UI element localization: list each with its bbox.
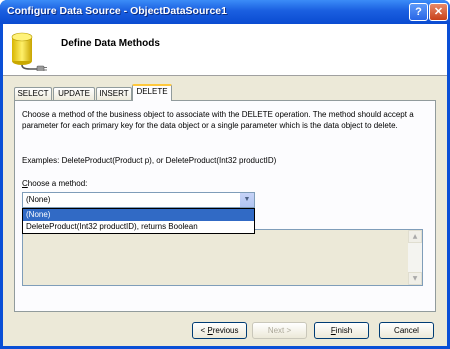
cancel-button[interactable]: Cancel (379, 322, 434, 339)
scroll-up-icon[interactable]: ▲ (408, 230, 422, 243)
chevron-down-icon[interactable]: ▼ (239, 193, 254, 207)
previous-button[interactable]: < Previous (192, 322, 247, 339)
page-title: Define Data Methods (61, 38, 160, 49)
dialog-window: Configure Data Source - ObjectDataSource… (0, 0, 450, 349)
choose-label-rest: hoose a method: (27, 179, 88, 188)
wizard-header: Define Data Methods (3, 24, 447, 76)
scroll-down-icon[interactable]: ▼ (408, 272, 422, 285)
finish-button[interactable]: Finish (314, 322, 369, 339)
vertical-scrollbar[interactable]: ▲ ▼ (408, 230, 422, 285)
finish-rest: inish (335, 326, 353, 335)
method-select[interactable]: (None) ▼ (22, 192, 255, 208)
window-title: Configure Data Source - ObjectDataSource… (7, 5, 227, 17)
title-bar[interactable]: Configure Data Source - ObjectDataSource… (0, 0, 450, 24)
examples-text: Examples: DeleteProduct(Product p), or D… (22, 156, 277, 165)
tab-update[interactable]: UPDATE (53, 87, 95, 101)
dialog-client: Define Data Methods SELECT UPDATE INSERT… (3, 24, 447, 346)
method-dropdown-list[interactable]: (None) DeleteProduct(Int32 productID), r… (22, 208, 255, 234)
method-description: Choose a method of the business object t… (22, 110, 414, 130)
tab-panel-delete: Choose a method of the business object t… (14, 100, 436, 312)
database-plug-icon (11, 32, 47, 71)
tab-insert[interactable]: INSERT (96, 87, 132, 101)
help-button[interactable]: ? (409, 3, 428, 21)
method-select-value: (None) (26, 195, 51, 204)
tab-select[interactable]: SELECT (14, 87, 52, 101)
dropdown-option-none[interactable]: (None) (23, 209, 254, 221)
close-button[interactable]: ✕ (429, 3, 448, 21)
previous-rest: revious (212, 326, 239, 335)
dropdown-option-deleteproduct[interactable]: DeleteProduct(Int32 productID), returns … (23, 221, 254, 233)
method-signature-box: ▲ ▼ (22, 229, 423, 286)
tab-delete[interactable]: DELETE (132, 84, 172, 101)
next-button[interactable]: Next > (252, 322, 307, 339)
choose-method-label: Choose a method: (22, 179, 87, 188)
